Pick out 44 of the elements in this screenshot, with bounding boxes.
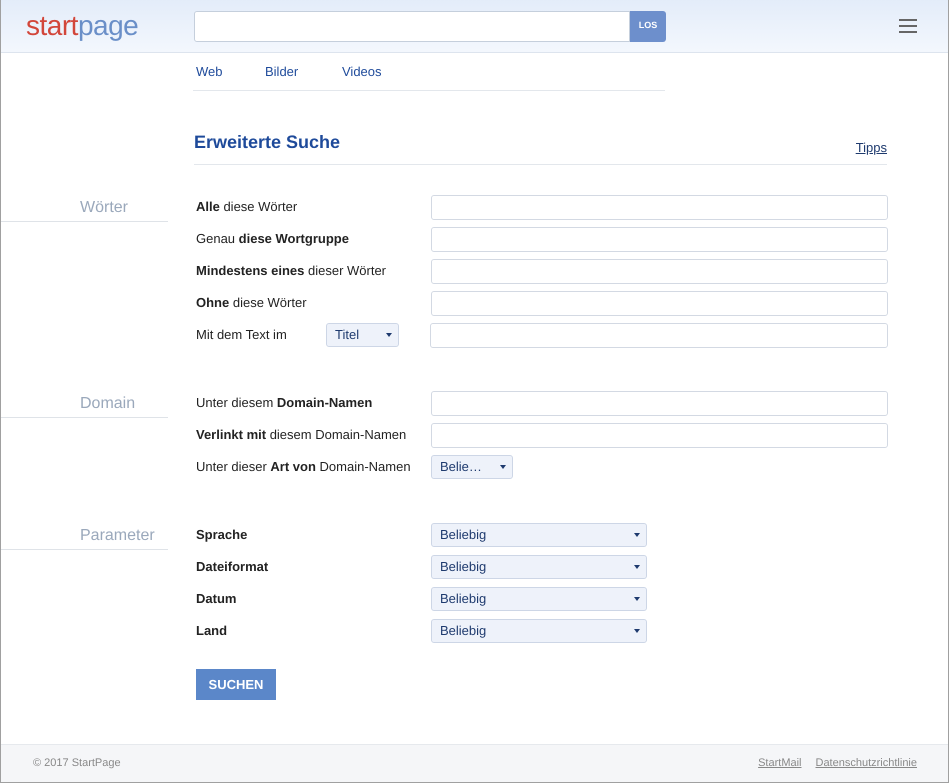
- field-label: Mit dem Text im: [196, 326, 288, 344]
- caret-icon: [386, 333, 392, 337]
- submit-button[interactable]: SUCHEN: [196, 669, 276, 700]
- caret-icon: [634, 533, 640, 537]
- input-field[interactable]: [431, 258, 888, 284]
- field-label: Alle diese Wörter: [196, 198, 298, 216]
- tab[interactable]: Web: [193, 62, 265, 82]
- input-field[interactable]: [431, 194, 888, 220]
- section-heading: Domain: [80, 395, 136, 412]
- section-heading: Wörter: [80, 199, 128, 216]
- dropdown[interactable]: Beliebig: [431, 619, 647, 643]
- dropdown[interactable]: Beliebig: [431, 555, 647, 579]
- dropdown[interactable]: Beliebig: [431, 587, 647, 611]
- caret-icon: [634, 565, 640, 569]
- field-label: Unter diesem Domain-Namen: [196, 394, 374, 412]
- field-label: Datum: [196, 590, 238, 608]
- field-label: Genau diese Wortgruppe: [196, 230, 350, 248]
- copyright-text: © 2017 StartPage: [33, 756, 121, 772]
- dropdown[interactable]: Titel: [326, 323, 399, 347]
- field-label: Ohne diese Wörter: [196, 294, 308, 312]
- input-field[interactable]: [431, 390, 888, 416]
- tips-link[interactable]: Tipps: [856, 138, 887, 157]
- field-label: Land: [196, 622, 228, 640]
- page-title: Erweiterte Suche: [194, 131, 340, 154]
- caret-icon: [634, 629, 640, 633]
- field-label: Unter dieser Art von Domain-Namen: [196, 458, 412, 476]
- input-field[interactable]: [431, 422, 888, 448]
- field-label: Verlinkt mit diesem Domain-Namen: [196, 426, 408, 444]
- dropdown[interactable]: Beliebig: [431, 523, 647, 547]
- tab[interactable]: Bilder: [265, 62, 342, 82]
- menu-icon[interactable]: [899, 19, 917, 33]
- logo[interactable]: startpage: [26, 12, 194, 40]
- field-label: Mindestens eines dieser Wörter: [196, 262, 388, 280]
- search-field[interactable]: [194, 10, 630, 42]
- caret-icon: [634, 597, 640, 601]
- tab[interactable]: Videos: [342, 62, 419, 82]
- input-field[interactable]: [430, 322, 888, 348]
- field-label: Sprache: [196, 526, 248, 544]
- input-field[interactable]: [431, 226, 888, 252]
- caret-icon: [500, 465, 506, 469]
- section-heading: Parameter: [80, 527, 155, 544]
- field-label: Dateiformat: [196, 558, 270, 576]
- dropdown[interactable]: Belie…: [431, 455, 513, 479]
- input-field[interactable]: [431, 290, 888, 316]
